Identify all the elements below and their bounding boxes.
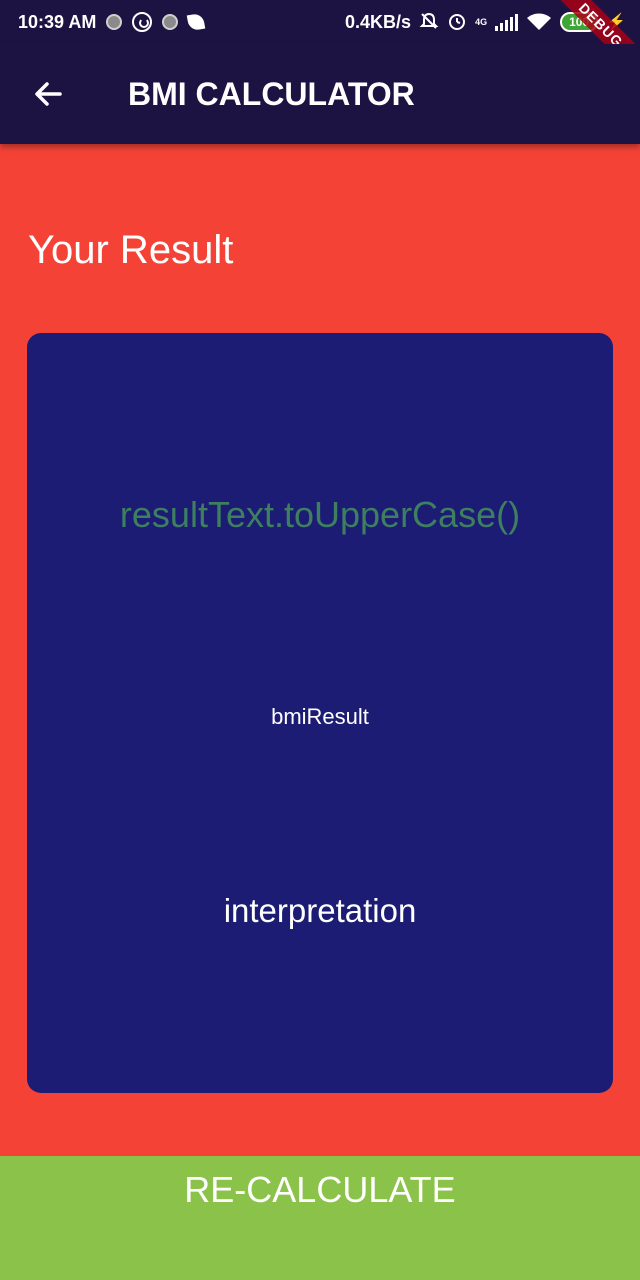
signal-icon	[495, 13, 519, 31]
wifi-icon	[526, 13, 552, 31]
network-speed: 0.4KB/s	[345, 11, 412, 32]
page-title: Your Result	[28, 228, 234, 272]
status-time: 10:39 AM	[18, 11, 97, 32]
status-left: 10:39 AM	[18, 0, 206, 44]
app-bar-title: BMI CALCULATOR	[128, 76, 415, 112]
notification-dot-icon	[106, 14, 123, 30]
back-button[interactable]	[26, 72, 70, 116]
app-bar: BMI CALCULATOR	[0, 44, 640, 144]
notification-dot-icon	[162, 14, 179, 30]
leaf-icon	[187, 12, 206, 32]
status-bar: 10:39 AM 0.4KB/s 4G 100 ⚡	[0, 0, 640, 44]
alarm-icon	[447, 11, 467, 34]
network-type: 4G	[475, 17, 488, 27]
interpretation-text: interpretation	[223, 892, 417, 929]
whatsapp-icon	[132, 12, 153, 32]
bmi-result-value: bmiResult	[271, 704, 369, 729]
arrow-back-icon	[35, 82, 62, 106]
result-text: resultText.toUpperCase()	[119, 494, 521, 535]
mute-bell-icon	[419, 11, 439, 34]
recalculate-button[interactable]: RE-CALCULATE	[0, 1156, 640, 1280]
